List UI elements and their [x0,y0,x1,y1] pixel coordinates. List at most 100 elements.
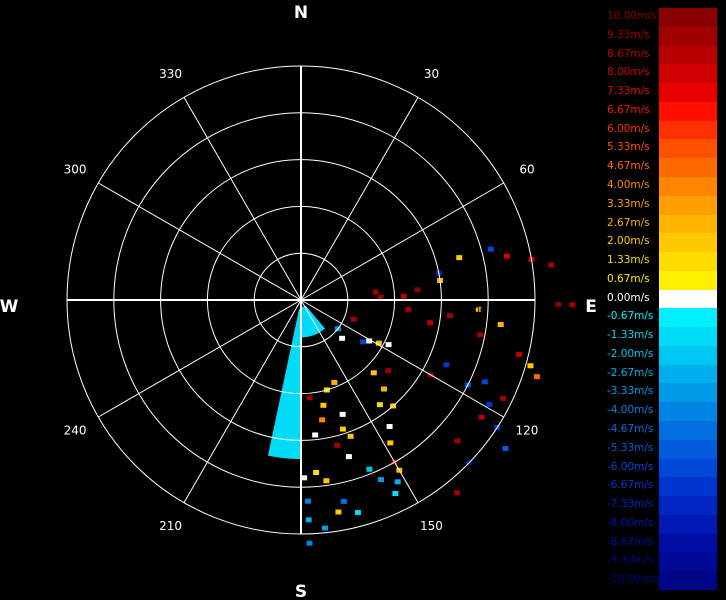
azimuth-spoke [98,299,302,418]
legend-swatch [659,533,717,553]
legend-swatch [659,308,717,328]
legend-entry: 7.33m/s [605,83,717,103]
legend-entry: -2.00m/s [605,345,717,366]
velocity-point [499,395,506,401]
velocity-point [306,395,313,401]
legend-swatch [659,402,717,422]
legend-label: -2.67m/s [607,366,654,379]
legend-entry: -4.67m/s [605,421,717,441]
legend-label: 6.67m/s [607,103,650,116]
velocity-point [386,424,393,430]
legend-swatch [659,45,717,65]
legend-label: -7.33m/s [607,498,654,511]
legend-swatch [659,439,717,460]
legend-label: 3.33m/s [607,197,650,210]
azimuth-label: 330 [159,67,182,81]
legend-label: -6.67m/s [607,479,654,492]
radar-ppi-plot: N S E W 30 60 120 150 210 240 300 330 2000 3000 40… [0,3,597,600]
velocity-point [486,401,493,407]
legend-entry: 0.00m/s [605,289,717,309]
velocity-point [323,478,330,484]
legend-entry: 0.67m/s [605,270,717,291]
range-label: 2000 [369,306,392,316]
velocity-point [385,342,392,348]
azimuth-label: 150 [420,519,443,533]
velocity-point [380,386,387,392]
azimuth-spoke [98,182,302,301]
legend-entry: 9.33m/s [605,26,717,47]
velocity-point [405,306,412,312]
velocity-point [319,417,326,423]
velocity-point [487,246,494,252]
legend-entry: -0.67m/s [605,308,717,328]
velocity-point [334,442,341,448]
velocity-point [376,402,383,408]
velocity-point [320,402,327,408]
legend-swatch [659,214,717,234]
legend-label: -8.00m/s [607,516,654,529]
legend-entry: 8.00m/s [605,64,717,84]
legend-label: 9.33m/s [607,28,650,41]
legend-label: -8.67m/s [607,535,654,548]
legend-label: -5.33m/s [607,441,654,454]
legend-swatch [659,364,717,384]
velocity-point [339,335,346,341]
legend-swatch [659,195,717,215]
legend-label: -1.33m/s [607,329,654,342]
compass-north-label: N [294,3,308,23]
velocity-point [313,470,320,476]
legend-swatch [659,571,717,591]
legend-entry: 4.67m/s [605,158,717,178]
velocity-point [340,498,347,504]
legend-swatch [659,120,717,140]
velocity-point [377,294,384,300]
azimuth-spoke [300,97,419,301]
velocity-point [503,253,510,259]
velocity-point [527,363,534,369]
velocity-sector [267,309,301,460]
velocity-point [414,287,421,293]
legend-label: -4.00m/s [607,404,654,417]
velocity-point [360,339,367,345]
velocity-point [427,320,434,326]
legend-label: -10.00m/s [607,573,661,586]
velocity-point [377,477,384,483]
velocity-point [478,414,485,420]
legend-entry: -8.00m/s [605,514,717,535]
legend-label: -3.33m/s [607,385,654,398]
velocity-point [385,368,392,374]
legend-swatch [659,176,717,197]
legend-entry: -10.00m/s [605,571,717,591]
legend-entry: 10.00m/s [605,8,717,28]
legend-label: 7.33m/s [607,85,650,98]
legend-swatch [659,514,717,535]
velocity-point [345,454,352,460]
legend-entry: -9.33m/s [605,552,717,572]
legend-swatch [659,327,717,347]
azimuth-spoke [183,97,302,301]
legend-label: 4.00m/s [607,178,650,191]
velocity-point [497,322,504,328]
legend-entry: -1.33m/s [605,327,717,347]
legend-entry: 1.33m/s [605,252,717,272]
legend-swatch [659,252,717,272]
legend-swatch [659,101,717,122]
legend-swatch [659,270,717,291]
legend-entry: -6.67m/s [605,477,717,497]
velocity-point [354,509,361,515]
velocity-point [454,438,461,444]
legend-swatch [659,8,717,28]
velocity-point [400,293,407,299]
legend-swatch [659,64,717,84]
legend-swatch [659,139,717,159]
velocity-point [387,440,394,446]
legend-swatch [659,383,717,403]
legend-entry: 8.67m/s [605,45,717,65]
velocity-point [321,525,328,531]
legend-label: 2.67m/s [607,216,650,229]
velocity-point [454,490,461,496]
velocity-point [301,475,308,481]
range-label: 5000 [510,306,533,316]
polar-grid [66,65,536,535]
legend-label: 0.00m/s [607,291,650,304]
